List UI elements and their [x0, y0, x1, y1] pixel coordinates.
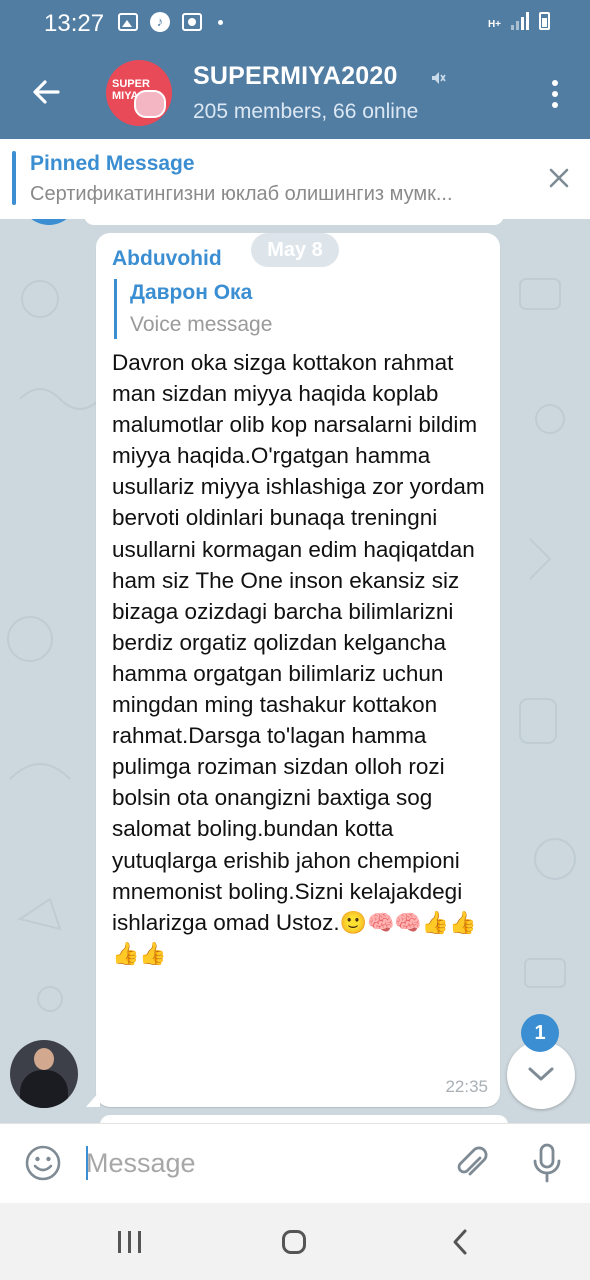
pinned-text: Сертификатингизни юклаб олишингиз мумк..… [30, 183, 453, 205]
back-arrow-icon[interactable] [28, 74, 64, 110]
notification-icons: ♪ [118, 12, 223, 32]
date-chip: May 8 [251, 233, 339, 267]
microphone-icon[interactable] [530, 1142, 564, 1184]
recent-apps-button[interactable] [118, 1231, 141, 1253]
home-button[interactable] [282, 1230, 306, 1254]
reply-accent-bar [114, 279, 117, 339]
close-icon[interactable] [546, 165, 572, 191]
bubble-tail [86, 1091, 100, 1107]
network-type-icon: H+ [487, 19, 501, 30]
gallery-notification-icon [118, 13, 138, 31]
reply-text: Voice message [130, 313, 273, 336]
pinned-message-bar[interactable]: Pinned Message Сертификатингизни юклаб о… [0, 139, 590, 219]
media-notification-icon [182, 13, 202, 31]
chat-area[interactable]: Abduvohid Даврон Ока Voice message Davro… [0, 219, 590, 1123]
status-bar: 13:27 ♪ H+ [0, 0, 590, 46]
chat-header: SUPER MIYA SUPERMIYA2020 205 members, 66… [0, 46, 590, 139]
previous-message-bubble [84, 219, 504, 225]
group-avatar[interactable]: SUPER MIYA [106, 60, 172, 126]
signal-icon [511, 12, 529, 30]
group-members-count: 205 members, 66 online [193, 100, 419, 123]
tiktok-notification-icon: ♪ [150, 12, 170, 32]
emoji-icon[interactable] [24, 1144, 62, 1182]
chevron-down-icon [528, 1067, 554, 1081]
unread-count-badge: 1 [521, 1014, 559, 1052]
message-text: Davron oka sizga kottakon rahmat man siz… [112, 347, 492, 969]
brain-icon [134, 90, 166, 118]
group-title[interactable]: SUPERMIYA2020 [193, 62, 398, 91]
message-input[interactable] [86, 1142, 426, 1184]
message-sender[interactable]: Abduvohid [112, 247, 222, 271]
avatar-head [34, 1048, 54, 1070]
attach-icon[interactable] [452, 1144, 492, 1184]
status-time: 13:27 [44, 10, 105, 37]
reply-preview[interactable]: Даврон Ока Voice message [114, 279, 474, 341]
reply-author: Даврон Ока [130, 281, 253, 304]
muted-speaker-icon [432, 72, 446, 84]
system-icons: H+ [488, 12, 550, 30]
sender-avatar[interactable] [10, 1040, 78, 1108]
next-message-bubble [100, 1115, 508, 1123]
pinned-title: Pinned Message [30, 152, 195, 175]
more-notifications-icon [218, 19, 223, 25]
message-body: Davron oka sizga kottakon rahmat man siz… [112, 350, 485, 935]
message-bubble[interactable]: Abduvohid Даврон Ока Voice message Davro… [86, 233, 500, 1107]
pinned-accent-bar [12, 151, 16, 205]
message-composer [0, 1123, 590, 1204]
battery-icon [539, 12, 550, 30]
message-time: 22:35 [445, 1077, 488, 1096]
more-options-icon[interactable] [552, 80, 560, 108]
avatar-figure [20, 1070, 68, 1108]
nav-back-icon[interactable] [450, 1227, 470, 1257]
system-navigation-bar [0, 1203, 590, 1280]
